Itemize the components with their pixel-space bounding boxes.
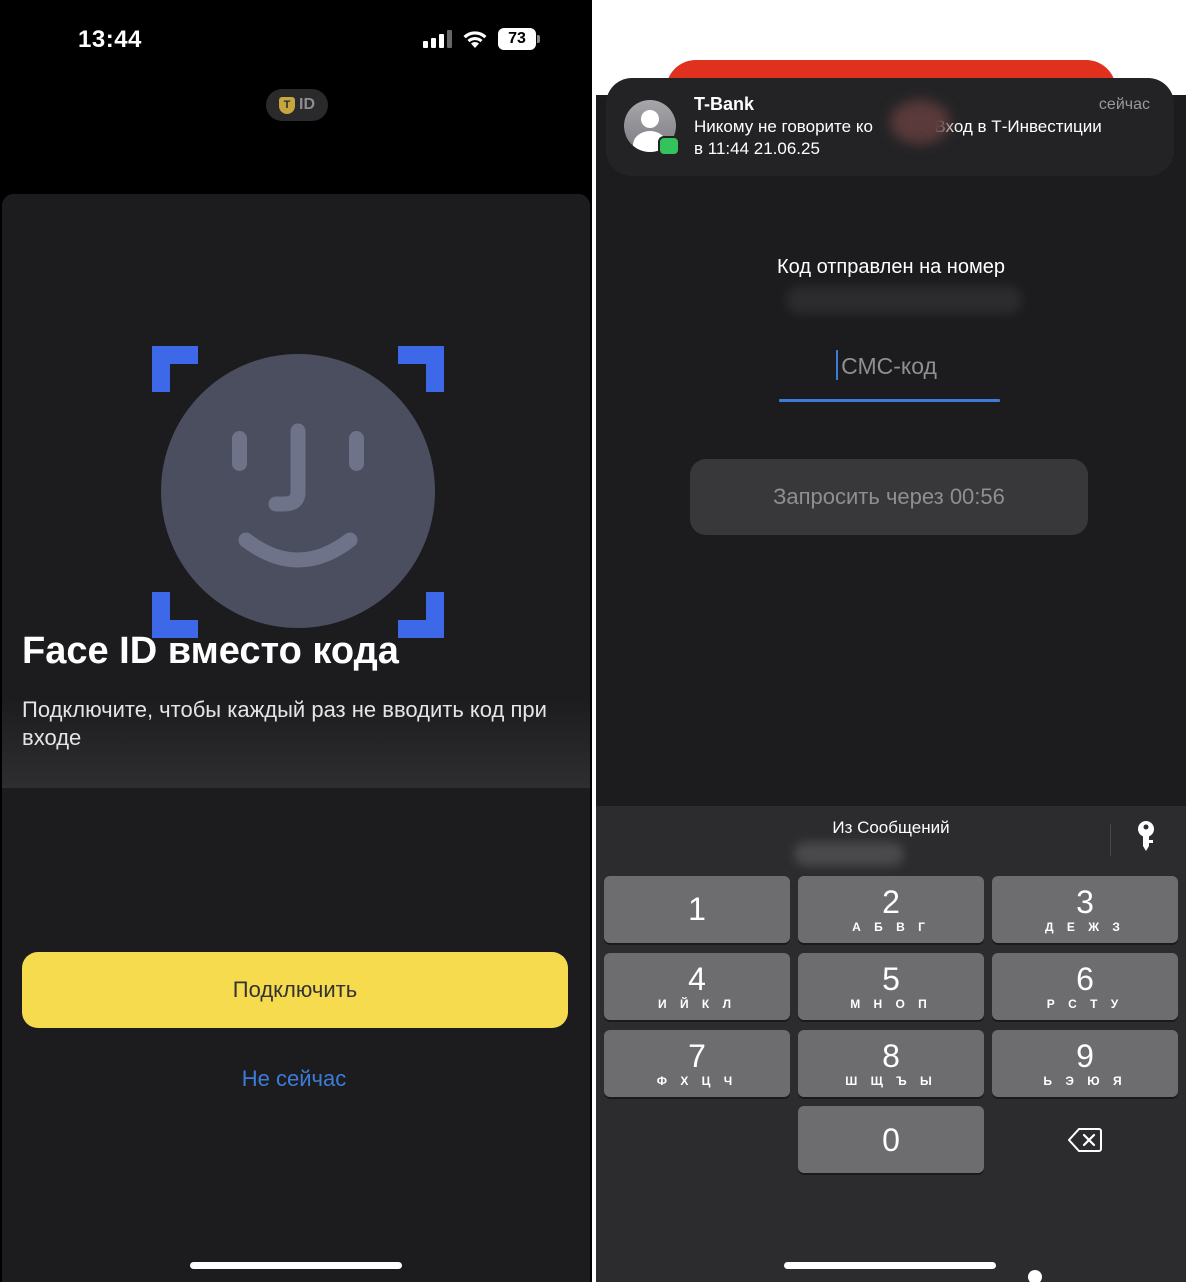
key-letters: Ф Х Ц Ч [656,1073,738,1088]
tid-badge: T ID [266,89,328,121]
sms-input-underline [779,399,1000,402]
resend-code-button[interactable]: Запросить через 00:56 [690,459,1088,535]
key-digit: 7 [688,1037,706,1074]
signal-icon [423,30,452,48]
notification-time: сейчас [1098,96,1150,113]
messages-icon [658,136,680,156]
key-3[interactable]: 3Д Е Ж З [992,876,1178,943]
autofill-suggestion-bar[interactable]: Из Сообщений [596,806,1186,866]
key-digit: 6 [1076,960,1094,997]
notification-text-part1: Никому не говорите ко [694,117,873,136]
status-icons: 73 [423,28,540,50]
autofill-suggestion-label[interactable]: Из Сообщений [596,818,1186,838]
notification-text-part2: ! Вход в Т-Инвестиции [924,117,1102,136]
key-4[interactable]: 4И Й К Л [604,953,790,1020]
suggestion-divider [1110,824,1111,856]
wifi-icon [463,31,487,48]
key-letters: Ь Э Ю Я [1043,1073,1127,1088]
redacted-phone-number [786,286,1022,314]
battery-level: 73 [498,28,536,50]
key-7[interactable]: 7Ф Х Ц Ч [604,1030,790,1097]
redacted-code [794,842,904,866]
battery-icon: 73 [498,28,540,50]
key-digit: 1 [688,890,706,927]
not-now-link[interactable]: Не сейчас [0,1066,588,1092]
page-title: Face ID вместо кода [22,630,399,672]
key-letters: Д Е Ж З [1045,919,1125,934]
status-time: 13:44 [78,26,142,53]
delete-key[interactable] [992,1106,1178,1173]
key-5[interactable]: 5М Н О П [798,953,984,1020]
sms-code-input[interactable] [779,346,999,386]
numeric-keyboard: Из Сообщений 1 2А Б В Г 3Д Е Ж З 4И Й К … [596,806,1186,1282]
key-digit: 0 [882,1121,900,1158]
text-caret [836,350,838,380]
face-id-icon [152,346,444,638]
page-description: Подключите, чтобы каждый раз не вводить … [22,697,547,750]
home-indicator[interactable] [190,1262,402,1269]
code-sent-label: Код отправлен на номер [777,256,1005,278]
key-1[interactable]: 1 [604,876,790,943]
key-digit: 2 [882,883,900,920]
passwords-key-icon[interactable] [1136,820,1156,854]
push-notification[interactable]: T-Bank сейчас Никому не говорите ко ! Вхо… [606,78,1174,176]
key-letters: М Н О П [850,996,932,1011]
key-9[interactable]: 9Ь Э Ю Я [992,1030,1178,1097]
key-letters: Р С Т У [1046,996,1124,1011]
tid-label: ID [299,96,315,113]
touch-indicator [1028,1270,1042,1282]
key-letters: Ш Щ Ъ Ы [845,1073,937,1088]
key-6[interactable]: 6Р С Т У [992,953,1178,1020]
key-letters: И Й К Л [658,996,736,1011]
backspace-icon [1068,1127,1102,1152]
key-0[interactable]: 0 [798,1106,984,1173]
key-letters: А Б В Г [852,919,930,934]
redaction-blur [890,100,950,144]
home-indicator[interactable] [784,1262,996,1269]
key-digit: 8 [882,1037,900,1074]
key-digit: 4 [688,960,706,997]
key-digit: 5 [882,960,900,997]
sms-code-screen: T-Bank сейчас Никому не говорите ко ! Вхо… [596,0,1186,1282]
key-2[interactable]: 2А Б В Г [798,876,984,943]
key-digit: 3 [1076,883,1094,920]
key-digit: 9 [1076,1037,1094,1074]
faceid-setup-screen: 13:44 73 T ID Face ID вместо кода Подклю… [0,0,592,1282]
shield-icon: T [279,96,295,114]
connect-button[interactable]: Подключить [22,952,568,1028]
notification-text-line2: в 11:44 21.06.25 [694,139,820,158]
notification-sender: T-Bank [694,94,755,114]
key-8[interactable]: 8Ш Щ Ъ Ы [798,1030,984,1097]
